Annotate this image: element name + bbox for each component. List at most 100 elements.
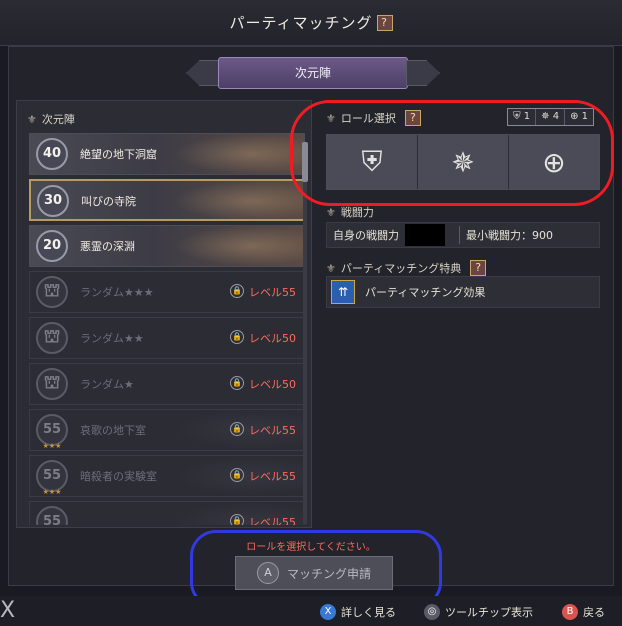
fleur-icon: ⚜	[326, 205, 336, 219]
list-item-locked[interactable]: ⛫ ランダム★★★ 🔒 レベル55	[29, 271, 305, 313]
role-heading-text: ロール選択	[340, 112, 396, 125]
gate-icon: ⛫	[36, 368, 68, 400]
tank-role-icon[interactable]: ⛨	[327, 135, 417, 189]
list-scrollbar[interactable]	[303, 142, 307, 524]
fleur-icon: ⚜	[326, 111, 336, 125]
previous-tab-arrow-icon[interactable]	[186, 60, 220, 86]
role-heading: ⚜ ロール選択 ?	[326, 110, 421, 126]
list-item[interactable]: 40 絶望の地下洞窟	[29, 133, 305, 175]
list-item-selected[interactable]: 30 叫びの寺院	[29, 179, 305, 221]
x-button-icon: X	[320, 604, 336, 620]
x-icon: X	[0, 598, 16, 623]
healer-count: ⊕ 1	[564, 109, 593, 125]
divider	[459, 226, 460, 244]
difficulty-stars: ★★★	[42, 442, 62, 450]
help-button[interactable]: ?	[376, 14, 393, 31]
dungeon-list-heading: ⚜ 次元陣	[27, 111, 75, 127]
dungeon-art	[174, 226, 304, 266]
tab-dimension[interactable]: 次元陣	[218, 57, 408, 89]
dungeon-name: 暗殺者の実験室	[80, 470, 157, 483]
healer-role-icon[interactable]: ⊕	[508, 135, 599, 189]
stick-button-icon: ◎	[424, 604, 440, 620]
lock-icon: 🔒	[230, 422, 244, 436]
power-heading-text: 戦闘力	[340, 206, 374, 219]
power-info: 自身の戦闘力 最小戦闘力：900	[326, 222, 600, 248]
difficulty-stars: ★★★	[42, 488, 62, 496]
lock-icon: 🔒	[230, 468, 244, 482]
a-button-icon: A	[256, 562, 279, 584]
next-tab-arrow-icon[interactable]	[406, 60, 440, 86]
redacted-value	[405, 224, 445, 246]
list-scrollbar-thumb[interactable]	[302, 142, 308, 182]
bonus-heading: ⚜ パーティマッチング特典 ?	[326, 260, 487, 276]
dungeon-name: ランダム★★★	[80, 286, 154, 299]
list-item-locked[interactable]: ⛫ ランダム★ 🔒 レベル50	[29, 363, 305, 405]
dungeon-level-badge: 20	[36, 230, 68, 262]
dungeon-list: 40 絶望の地下洞窟 30 叫びの寺院 20 悪霊の深淵 ⛫ ランダム★★★ 🔒…	[29, 133, 305, 525]
bonus-item[interactable]: ⇈ パーティマッチング効果	[326, 276, 600, 308]
lock-icon: 🔒	[230, 330, 244, 344]
right-panel: ⚜ ロール選択 ? ⛨ 1 ✵ 4 ⊕ 1 ⛨ ✵ ⊕ ⚜ 戦闘力 自身の戦闘力…	[320, 100, 604, 528]
fleur-icon: ⚜	[326, 261, 336, 275]
role-selector: ⛨ ✵ ⊕	[326, 134, 600, 190]
tank-count: ⛨ 1	[513, 111, 531, 122]
own-power-label: 自身の戦闘力	[333, 229, 399, 242]
lock-icon: 🔒	[230, 284, 244, 298]
help-button[interactable]: ?	[470, 260, 487, 276]
hint-details-label: 詳しく見る	[341, 606, 396, 619]
dungeon-list-panel: ⚜ 次元陣 40 絶望の地下洞窟 30 叫びの寺院 20 悪霊の深淵 ⛫ ランダ…	[16, 100, 312, 528]
b-button-icon: B	[562, 604, 578, 620]
power-heading: ⚜ 戦闘力	[326, 204, 374, 220]
level-requirement: レベル50	[249, 332, 296, 345]
dungeon-level-badge: 40	[36, 138, 68, 170]
hint-tooltip[interactable]: ◎ ツールチップ表示	[424, 604, 533, 620]
bonus-item-label: パーティマッチング効果	[365, 286, 486, 299]
list-item-locked[interactable]: 55 ★★★ 哀歌の地下室 🔒 レベル55	[29, 409, 305, 451]
dungeon-list-heading-text: 次元陣	[41, 113, 75, 126]
dungeon-name: 哀歌の地下室	[80, 424, 146, 437]
lock-icon: 🔒	[230, 514, 244, 525]
title-bar: パーティマッチング?	[0, 0, 622, 46]
dungeon-name: ランダム★	[80, 378, 134, 391]
dungeon-name: 悪霊の深淵	[80, 240, 135, 253]
party-bonus-icon: ⇈	[331, 280, 355, 304]
level-requirement: レベル50	[249, 378, 296, 391]
gate-icon: ⛫	[36, 276, 68, 308]
footer-bar: X X 詳しく見る ◎ ツールチップ表示 B 戻る	[0, 596, 622, 626]
dungeon-name: 絶望の地下洞窟	[80, 148, 157, 161]
hint-tooltip-label: ツールチップ表示	[445, 606, 533, 619]
dps-role-icon[interactable]: ✵	[417, 135, 508, 189]
dungeon-art	[173, 181, 303, 221]
list-item-locked[interactable]: 55 ★★★ 暗殺者の実験室 🔒 レベル55	[29, 455, 305, 497]
level-requirement: レベル55	[249, 516, 296, 525]
hint-details[interactable]: X 詳しく見る	[320, 604, 396, 620]
dungeon-name: 叫びの寺院	[81, 195, 136, 208]
role-counts: ⛨ 1 ✵ 4 ⊕ 1	[507, 108, 594, 126]
list-item-locked[interactable]: 55 🔒 レベル55	[29, 501, 305, 525]
dungeon-level-badge: 55	[36, 506, 68, 525]
role-warning: ロールを選択してください。	[246, 542, 376, 553]
lock-icon: 🔒	[230, 376, 244, 390]
level-requirement: レベル55	[249, 424, 296, 437]
help-button[interactable]: ?	[404, 110, 421, 126]
page-title: パーティマッチング	[229, 14, 373, 32]
mode-tab-bar: 次元陣	[186, 56, 440, 90]
list-item-locked[interactable]: ⛫ ランダム★★ 🔒 レベル50	[29, 317, 305, 359]
match-apply-label: マッチング申請	[286, 566, 371, 581]
dungeon-name: ランダム★★	[80, 332, 144, 345]
hint-back[interactable]: B 戻る	[562, 604, 605, 620]
bonus-heading-text: パーティマッチング特典	[340, 262, 462, 275]
dungeon-art	[174, 134, 304, 174]
list-item[interactable]: 20 悪霊の深淵	[29, 225, 305, 267]
min-power: 最小戦闘力：900	[466, 229, 553, 242]
dps-count: ✵ 4	[535, 109, 564, 125]
hint-back-label: 戻る	[583, 606, 605, 619]
page-title-wrap: パーティマッチング?	[0, 12, 622, 33]
gate-icon: ⛫	[36, 322, 68, 354]
level-requirement: レベル55	[249, 470, 296, 483]
fleur-icon: ⚜	[27, 112, 37, 126]
dungeon-level-badge: 30	[37, 185, 69, 217]
level-requirement: レベル55	[249, 286, 296, 299]
match-apply-button[interactable]: A マッチング申請	[235, 556, 393, 590]
action-area: ロールを選択してください。 A マッチング申請	[16, 530, 606, 590]
